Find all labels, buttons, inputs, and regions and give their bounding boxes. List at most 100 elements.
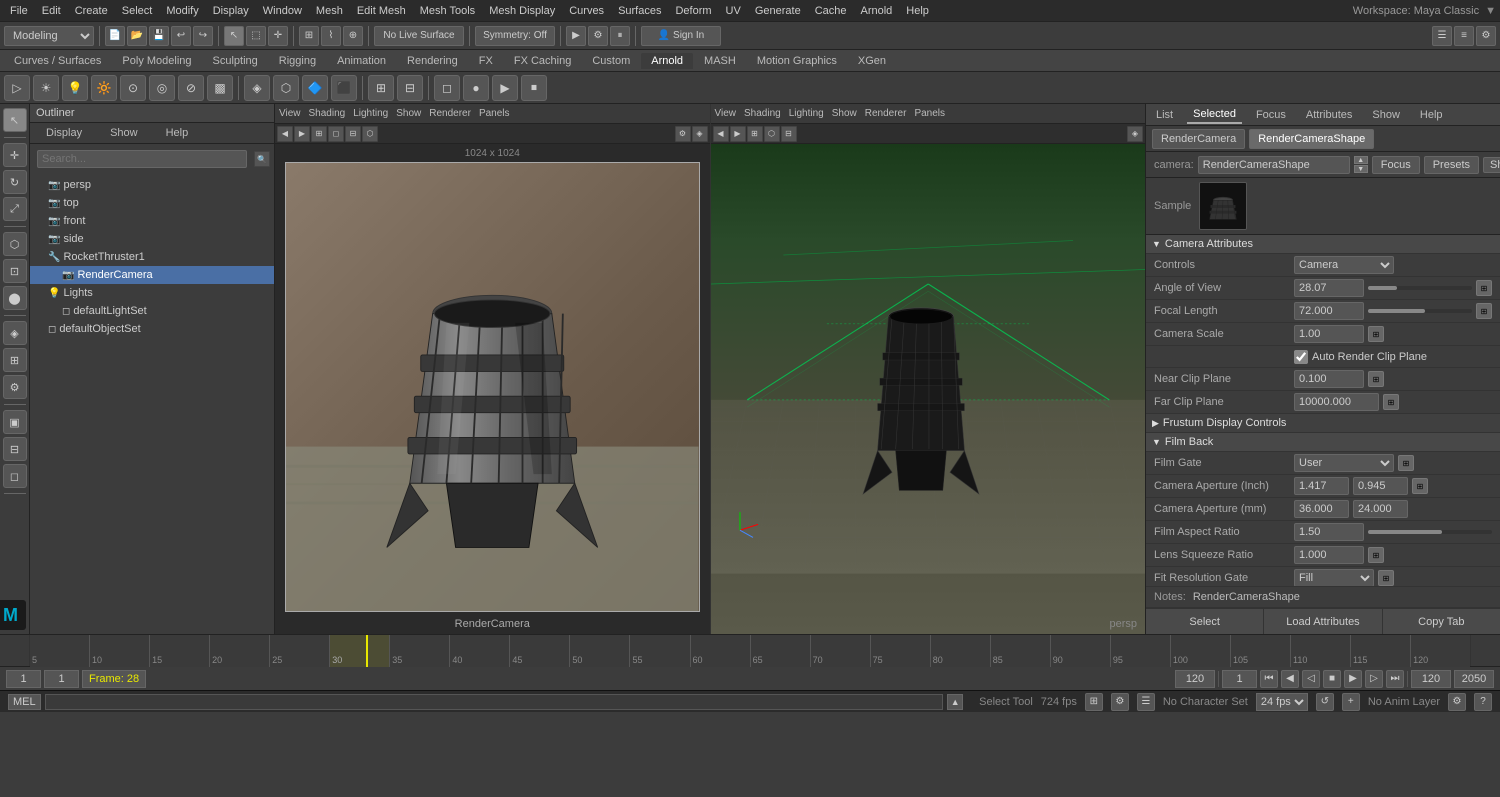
vp-left-btn-1[interactable]: ◀ — [277, 126, 293, 142]
outliner-search-btn[interactable]: 🔍 — [254, 151, 270, 167]
generate-menu[interactable]: Generate — [749, 3, 807, 19]
jump-start-btn[interactable]: ⏮ — [1260, 670, 1278, 688]
vp-left-btn-6[interactable]: ⬡ — [362, 126, 378, 142]
display-menu[interactable]: Display — [207, 3, 255, 19]
shelf-btn-7[interactable]: ⊘ — [178, 75, 204, 101]
redo-btn[interactable]: ↪ — [193, 26, 213, 46]
range-end-1[interactable] — [1175, 670, 1215, 688]
brush-tool[interactable]: ⬤ — [3, 286, 27, 310]
mesh-menu[interactable]: Mesh — [310, 3, 349, 19]
anim-icon-2[interactable]: + — [1342, 693, 1360, 711]
shelf-btn-11[interactable]: 🔷 — [302, 75, 328, 101]
tab-mash[interactable]: MASH — [694, 53, 746, 69]
vp-lighting[interactable]: Lighting — [353, 108, 388, 119]
snap-curve-btn[interactable]: ⌇ — [321, 26, 341, 46]
outliner-default-object-set[interactable]: ◻ defaultObjectSet — [30, 320, 274, 338]
angle-of-view-input[interactable] — [1294, 279, 1364, 297]
ncp-expand-btn[interactable]: ⊞ — [1368, 371, 1384, 387]
mesh-tools-menu[interactable]: Mesh Tools — [414, 3, 481, 19]
focal-length-input[interactable] — [1294, 302, 1364, 320]
render-settings-btn[interactable]: ⚙ — [588, 26, 608, 46]
vp2-lighting[interactable]: Lighting — [789, 108, 824, 119]
viewport-right-content[interactable]: persp — [711, 144, 1146, 634]
timeline-ruler[interactable]: 5 10 15 20 25 30 35 40 45 50 55 60 65 70… — [30, 635, 1470, 667]
vp-left-btn-3[interactable]: ⊞ — [311, 126, 327, 142]
show-btn[interactable]: Show — [1483, 157, 1500, 173]
jump-end-btn[interactable]: ⏭ — [1386, 670, 1404, 688]
undo-btn[interactable]: ↩ — [171, 26, 191, 46]
vp-left-btn-7[interactable]: ⚙ — [675, 126, 691, 142]
outliner-side[interactable]: 📷 side — [30, 230, 274, 248]
film-gate-select[interactable]: User — [1294, 454, 1394, 472]
range-end-2[interactable] — [1411, 670, 1451, 688]
outliner-default-light-set[interactable]: ◻ defaultLightSet — [30, 302, 274, 320]
scale-tool[interactable]: ⤢ — [3, 197, 27, 221]
camera-scale-input[interactable] — [1294, 325, 1364, 343]
snap-grid-btn[interactable]: ⊞ — [299, 26, 319, 46]
vp-view[interactable]: View — [279, 108, 301, 119]
tool-9[interactable]: ⊟ — [3, 437, 27, 461]
vp2-btn-2[interactable]: ▶ — [730, 126, 746, 142]
settings-btn[interactable]: ⚙ — [1448, 693, 1466, 711]
mel-expand-btn[interactable]: ▲ — [947, 694, 963, 710]
vp2-btn-1[interactable]: ◀ — [713, 126, 729, 142]
shelf-btn-16[interactable]: ● — [463, 75, 489, 101]
select-menu[interactable]: Select — [116, 3, 159, 19]
frg-expand-btn[interactable]: ⊞ — [1378, 570, 1394, 586]
create-menu[interactable]: Create — [69, 3, 114, 19]
tab-fx-caching[interactable]: FX Caching — [504, 53, 581, 69]
outliner-top[interactable]: 📷 top — [30, 194, 274, 212]
shelf-btn-14[interactable]: ⊟ — [397, 75, 423, 101]
far-clip-input[interactable] — [1294, 393, 1379, 411]
prev-frame-btn[interactable]: ◀ — [1281, 670, 1299, 688]
cam-aperture-inch-x[interactable] — [1294, 477, 1349, 495]
tool-10[interactable]: ◻ — [3, 464, 27, 488]
uv-menu[interactable]: UV — [720, 3, 747, 19]
poly-tool[interactable]: ⬡ — [3, 232, 27, 256]
tab-poly-modeling[interactable]: Poly Modeling — [112, 53, 201, 69]
shelf-btn-15[interactable]: ◻ — [434, 75, 460, 101]
status-icon-1[interactable]: ⊞ — [1085, 693, 1103, 711]
angle-slider[interactable] — [1368, 286, 1472, 290]
new-file-btn[interactable]: 📄 — [105, 26, 125, 46]
vp-left-btn-2[interactable]: ▶ — [294, 126, 310, 142]
shelf-btn-18[interactable]: ⏹ — [521, 75, 547, 101]
shelf-btn-8[interactable]: ▩ — [207, 75, 233, 101]
vp2-btn-6[interactable]: ◈ — [1127, 126, 1143, 142]
tool-settings-toggle[interactable]: ⚙ — [1476, 26, 1496, 46]
shelf-btn-6[interactable]: ◎ — [149, 75, 175, 101]
fl-expand-btn[interactable]: ⊞ — [1476, 303, 1492, 319]
vp2-view[interactable]: View — [715, 108, 737, 119]
status-icon-3[interactable]: ☰ — [1137, 693, 1155, 711]
vp-renderer[interactable]: Renderer — [429, 108, 471, 119]
frame-2050[interactable] — [1454, 670, 1494, 688]
vp2-panels[interactable]: Panels — [914, 108, 945, 119]
select-btn[interactable]: Select — [1146, 609, 1264, 634]
outliner-display-tab[interactable]: Display — [36, 125, 92, 141]
open-btn[interactable]: 📂 — [127, 26, 147, 46]
cache-menu[interactable]: Cache — [809, 3, 853, 19]
tab-sculpting[interactable]: Sculpting — [203, 53, 268, 69]
select-tool-btn[interactable]: ↖ — [224, 26, 244, 46]
playhead[interactable] — [366, 635, 368, 667]
anim-layer-icon[interactable]: ↺ — [1316, 693, 1334, 711]
channel-box-toggle[interactable]: ☰ — [1432, 26, 1452, 46]
tool-6[interactable]: ⊞ — [3, 348, 27, 372]
outliner-search-input[interactable] — [37, 150, 247, 168]
vp-left-btn-4[interactable]: ◻ — [328, 126, 344, 142]
symmetry-btn[interactable]: Symmetry: Off — [475, 26, 555, 46]
vp-show[interactable]: Show — [396, 108, 421, 119]
shelf-btn-1[interactable]: ▷ — [4, 75, 30, 101]
cam-aperture-mm-y[interactable] — [1353, 500, 1408, 518]
current-frame-input[interactable] — [6, 670, 41, 688]
rpanel-selected-tab[interactable]: Selected — [1187, 106, 1242, 124]
modify-menu[interactable]: Modify — [160, 3, 204, 19]
next-frame-btn[interactable]: ▷ — [1365, 670, 1383, 688]
outliner-help-tab[interactable]: Help — [156, 125, 199, 141]
shelf-btn-5[interactable]: ⊙ — [120, 75, 146, 101]
no-live-btn[interactable]: No Live Surface — [374, 26, 464, 46]
vp2-btn-3[interactable]: ⊞ — [747, 126, 763, 142]
rotate-tool[interactable]: ↻ — [3, 170, 27, 194]
rpanel-show-tab[interactable]: Show — [1366, 107, 1406, 123]
vp-left-btn-8[interactable]: ◈ — [692, 126, 708, 142]
